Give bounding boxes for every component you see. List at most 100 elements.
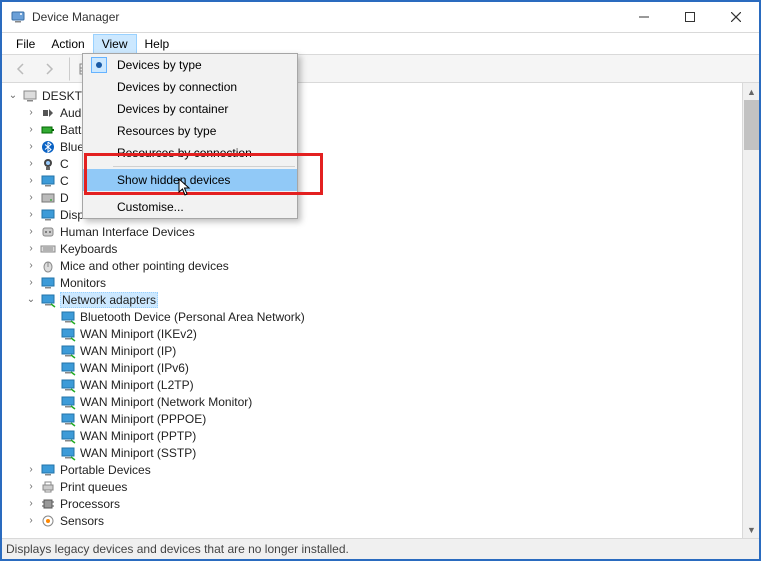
tree-category-label: Human Interface Devices: [60, 225, 195, 239]
maximize-button[interactable]: [667, 3, 713, 32]
tree-category-label: Processors: [60, 497, 120, 511]
menu-bar: File Action View Help: [2, 33, 759, 55]
network-adapter-icon: [60, 394, 76, 410]
view-menu-item-label: Devices by connection: [117, 80, 237, 94]
menu-separator: [113, 166, 295, 167]
hid-icon: [40, 224, 56, 240]
chevron-right-icon[interactable]: ›: [24, 276, 38, 290]
tree-category[interactable]: ›Keyboards: [6, 240, 742, 257]
tree-device[interactable]: WAN Miniport (SSTP): [6, 444, 742, 461]
network-adapter-icon: [60, 360, 76, 376]
forward-button[interactable]: [36, 57, 62, 81]
tree-category-label: Aud: [60, 106, 81, 120]
tree-category[interactable]: › Human Interface Devices: [6, 223, 742, 240]
computer-icon: [22, 88, 38, 104]
tree-device[interactable]: WAN Miniport (L2TP): [6, 376, 742, 393]
battery-icon: [40, 122, 56, 138]
view-menu-item[interactable]: Devices by type: [83, 54, 297, 76]
menu-separator: [113, 193, 295, 194]
chevron-right-icon[interactable]: ›: [24, 497, 38, 511]
chevron-right-icon[interactable]: ›: [24, 208, 38, 222]
scrollbar-up-icon[interactable]: ▲: [743, 83, 759, 100]
menu-view[interactable]: View: [93, 34, 137, 54]
tree-category-label: Disp: [60, 208, 84, 222]
chevron-right-icon[interactable]: ›: [24, 259, 38, 273]
tree-category[interactable]: ⌄Network adapters: [6, 291, 742, 308]
network-adapter-icon: [60, 428, 76, 444]
mouse-icon: [40, 258, 56, 274]
chevron-right-icon[interactable]: ›: [24, 225, 38, 239]
tree-category-label: Batt: [60, 123, 81, 137]
menu-help[interactable]: Help: [137, 34, 178, 54]
camera-icon: [40, 156, 56, 172]
scrollbar-down-icon[interactable]: ▼: [743, 521, 759, 538]
tree-device-label: WAN Miniport (IPv6): [80, 361, 189, 375]
tree-category[interactable]: › Monitors: [6, 274, 742, 291]
chevron-right-icon[interactable]: ›: [24, 157, 38, 171]
tree-category[interactable]: ›Mice and other pointing devices: [6, 257, 742, 274]
chevron-right-icon[interactable]: ›: [24, 140, 38, 154]
toolbar-separator: [64, 57, 70, 81]
monitor-icon: [40, 173, 56, 189]
minimize-button[interactable]: [621, 3, 667, 32]
network-adapter-icon: [60, 445, 76, 461]
sensor-icon: [40, 513, 56, 529]
chevron-right-icon[interactable]: ›: [24, 123, 38, 137]
view-menu-item-label: Resources by connection: [117, 146, 252, 160]
chevron-right-icon[interactable]: ›: [24, 174, 38, 188]
view-menu-item-label: Resources by type: [117, 124, 216, 138]
monitor-icon: [40, 275, 56, 291]
tree-category-label: Monitors: [60, 276, 106, 290]
tree-device[interactable]: WAN Miniport (IPv6): [6, 359, 742, 376]
bullet-check-icon: [91, 57, 107, 73]
audio-icon: [40, 105, 56, 121]
window-title: Device Manager: [32, 10, 621, 24]
tree-category-label: Sensors: [60, 514, 104, 528]
tree-category[interactable]: › Processors: [6, 495, 742, 512]
view-menu-item[interactable]: Devices by connection: [83, 76, 297, 98]
tree-device[interactable]: Bluetooth Device (Personal Area Network): [6, 308, 742, 325]
close-button[interactable]: [713, 3, 759, 32]
chevron-right-icon[interactable]: ›: [24, 463, 38, 477]
tree-category-label: Print queues: [60, 480, 127, 494]
tree-device-label: WAN Miniport (PPPOE): [80, 412, 206, 426]
view-menu-item[interactable]: Resources by connection: [83, 142, 297, 164]
chevron-down-icon[interactable]: ⌄: [6, 89, 20, 103]
chevron-down-icon[interactable]: ⌄: [24, 293, 38, 307]
network-adapter-icon: [60, 343, 76, 359]
tree-category-label: C: [60, 157, 69, 171]
view-menu-item[interactable]: Customise...: [83, 196, 297, 218]
back-button[interactable]: [8, 57, 34, 81]
tree-device[interactable]: WAN Miniport (IP): [6, 342, 742, 359]
network-adapter-icon: [60, 309, 76, 325]
tree-device-label: WAN Miniport (L2TP): [80, 378, 194, 392]
chevron-right-icon[interactable]: ›: [24, 514, 38, 528]
network-adapter-icon: [60, 377, 76, 393]
scrollbar-thumb[interactable]: [744, 100, 759, 150]
view-menu-item[interactable]: Resources by type: [83, 120, 297, 142]
tree-category[interactable]: ›Portable Devices: [6, 461, 742, 478]
tree-device[interactable]: WAN Miniport (IKEv2): [6, 325, 742, 342]
tree-device[interactable]: WAN Miniport (Network Monitor): [6, 393, 742, 410]
tree-device[interactable]: WAN Miniport (PPTP): [6, 427, 742, 444]
chevron-right-icon[interactable]: ›: [24, 191, 38, 205]
tree-category-label: Blue: [60, 140, 84, 154]
app-icon: [10, 9, 26, 25]
scrollbar[interactable]: ▲ ▼: [742, 83, 759, 538]
network-adapter-icon: [60, 411, 76, 427]
tree-device-label: WAN Miniport (SSTP): [80, 446, 196, 460]
menu-action[interactable]: Action: [43, 34, 92, 54]
chevron-right-icon[interactable]: ›: [24, 480, 38, 494]
title-bar: Device Manager: [2, 2, 759, 33]
tree-device-label: WAN Miniport (IKEv2): [80, 327, 197, 341]
view-menu-item[interactable]: Devices by container: [83, 98, 297, 120]
cpu-icon: [40, 496, 56, 512]
tree-category[interactable]: › Sensors: [6, 512, 742, 529]
tree-category[interactable]: › Print queues: [6, 478, 742, 495]
menu-file[interactable]: File: [8, 34, 43, 54]
cursor-icon: [178, 178, 194, 198]
chevron-right-icon[interactable]: ›: [24, 242, 38, 256]
chevron-right-icon[interactable]: ›: [24, 106, 38, 120]
printer-icon: [40, 479, 56, 495]
tree-device[interactable]: WAN Miniport (PPPOE): [6, 410, 742, 427]
